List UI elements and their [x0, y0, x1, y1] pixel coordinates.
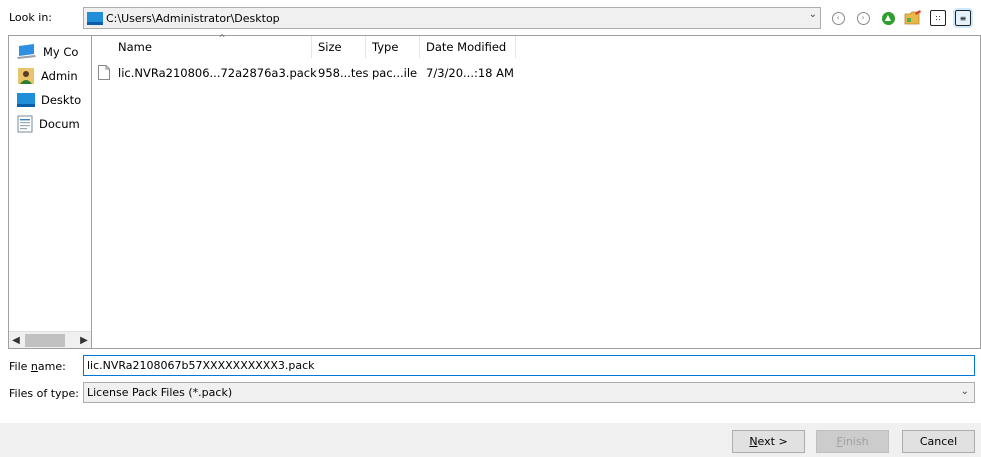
sidebar-item-desktop[interactable]: Deskto [9, 88, 91, 112]
file-name-label: File name: [9, 360, 66, 373]
finish-button[interactable]: Finish [816, 430, 889, 453]
file-type-cell: pac...ile [372, 66, 418, 80]
look-in-path: C:\Users\Administrator\Desktop [106, 11, 280, 25]
list-view-icon: ∷ [930, 10, 946, 26]
up-folder-icon: ▲ [881, 11, 895, 25]
back-icon: ‹ [831, 11, 845, 25]
sidebar-horizontal-scrollbar[interactable]: ◀ ▶ [9, 331, 91, 348]
desktop-icon [87, 11, 103, 25]
documents-icon [17, 115, 33, 133]
sidebar-item-label: Deskto [41, 93, 82, 107]
chevron-down-icon: ⌄ [960, 386, 969, 397]
file-icon [98, 65, 110, 80]
column-header-size[interactable]: Size [312, 36, 366, 58]
up-folder-button[interactable]: ▲ [878, 8, 898, 28]
scroll-right-icon[interactable]: ▶ [77, 335, 91, 346]
forward-button[interactable]: › [853, 8, 873, 28]
column-header-type[interactable]: Type [366, 36, 420, 58]
scroll-left-icon[interactable]: ◀ [9, 335, 23, 346]
file-name-input[interactable]: lic.NVRa2108067b57XXXXXXXXXX3.pack [83, 355, 975, 376]
file-name-cell: lic.NVRa210806...72a2876a3.pack [118, 66, 317, 80]
file-date-cell: 7/3/20...:18 AM [426, 66, 514, 80]
cancel-button[interactable]: Cancel [902, 430, 975, 453]
file-list[interactable]: Name ⌃ Size Type Date Modified lic.NVRa2… [92, 32, 981, 349]
scrollbar-thumb[interactable] [25, 333, 65, 347]
sidebar-item-administrator[interactable]: Admin [9, 64, 91, 88]
list-view-button[interactable]: ∷ [928, 8, 948, 28]
look-in-label: Look in: [9, 11, 52, 24]
sort-ascending-icon: ⌃ [217, 32, 228, 46]
chevron-down-icon: ⌄ [808, 9, 817, 20]
sidebar-item-label: My Co [43, 45, 79, 59]
forward-icon: › [856, 11, 870, 25]
sidebar-item-label: Admin [41, 69, 78, 83]
look-in-combo[interactable]: C:\Users\Administrator\Desktop ⌄ [83, 7, 821, 29]
next-button[interactable]: Next > [732, 430, 805, 453]
new-folder-icon [904, 10, 921, 25]
computer-icon [17, 44, 36, 59]
column-header-name[interactable]: Name ⌃ [112, 32, 312, 58]
details-view-icon: ≡ [953, 8, 973, 28]
sidebar-item-documents[interactable]: Docum [9, 112, 91, 136]
places-sidebar: My Co Admin Deskto Docum ◀ ▶ [8, 35, 92, 349]
new-folder-button[interactable] [903, 8, 923, 28]
file-type-label: Files of type: [9, 387, 80, 400]
file-type-select[interactable]: License Pack Files (*.pack) ⌄ [83, 382, 975, 403]
sidebar-item-my-computer[interactable]: My Co [9, 40, 91, 64]
sidebar-item-label: Docum [39, 117, 80, 131]
user-icon [18, 68, 34, 84]
details-view-button[interactable]: ≡ [953, 8, 973, 28]
column-header-date-modified[interactable]: Date Modified [420, 36, 516, 58]
back-button[interactable]: ‹ [828, 8, 848, 28]
desktop-icon [17, 93, 35, 107]
file-size-cell: 958...tes [318, 66, 369, 80]
